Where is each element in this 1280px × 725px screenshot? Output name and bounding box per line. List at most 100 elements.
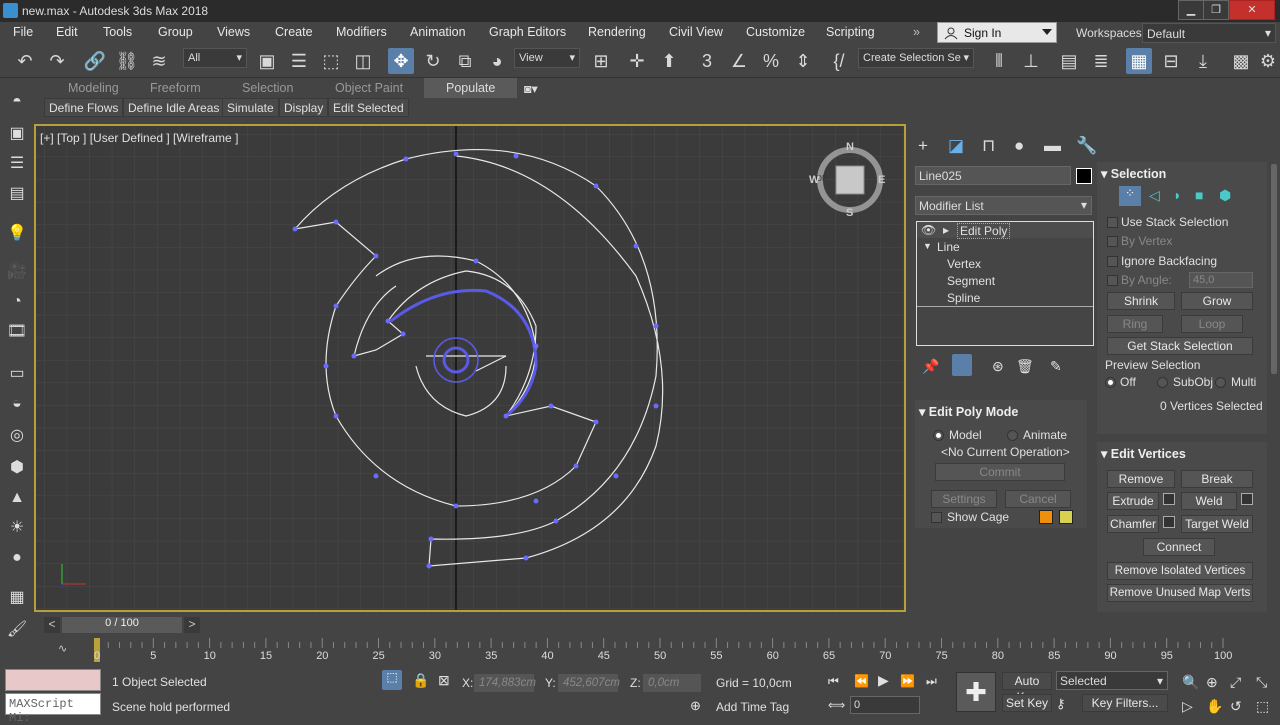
link-icon[interactable]: 🔗 bbox=[82, 48, 108, 74]
zoom-icon[interactable]: 🔍 bbox=[1182, 674, 1199, 691]
zoom-extents-all-icon[interactable]: ⤡ bbox=[1256, 674, 1267, 691]
pivot-center-icon[interactable]: ⊞ bbox=[588, 48, 614, 74]
get-stack-selection-button[interactable]: Get Stack Selection bbox=[1107, 337, 1253, 355]
placement-icon[interactable]: ◕ bbox=[484, 48, 510, 74]
select-object-icon[interactable]: ▣ bbox=[254, 48, 280, 74]
remove-modifier-icon[interactable]: 🗑 bbox=[1016, 358, 1034, 375]
selection-title[interactable]: ▾ Selection bbox=[1101, 166, 1166, 181]
element-mode-icon[interactable]: ⬢ bbox=[1219, 187, 1231, 204]
curve-editor-mini-icon[interactable]: ∿ bbox=[58, 642, 67, 655]
connect-button[interactable]: Connect bbox=[1143, 538, 1215, 556]
define-flows-button[interactable]: Define Flows bbox=[44, 98, 124, 117]
key-mode-toggle-icon[interactable]: ⟺ bbox=[828, 698, 845, 712]
viewport-canvas[interactable] bbox=[36, 126, 904, 610]
workspace-select[interactable]: Default ▾ bbox=[1142, 23, 1276, 43]
torus-icon[interactable]: ◎ bbox=[5, 424, 29, 448]
vertex-mode-icon[interactable]: ⁘ bbox=[1119, 186, 1141, 206]
utilities-tab-icon[interactable]: 🔧 bbox=[1076, 136, 1097, 156]
list-icon[interactable]: ☰ bbox=[5, 152, 29, 176]
scene-explorer-icon[interactable]: ▤ bbox=[1056, 48, 1082, 74]
layer-explorer-icon[interactable]: ≣ bbox=[1088, 48, 1114, 74]
cone-icon[interactable]: ▲ bbox=[5, 486, 29, 510]
cage-color-swatch[interactable] bbox=[1039, 510, 1053, 524]
selection-lock-icon[interactable]: 🔒 bbox=[412, 672, 429, 689]
track-bar[interactable]: ∿ 0 5 10 15 20 25 30 35 40 45 50 55 60 65 70 75 80 85 90 95… bbox=[34, 636, 1280, 666]
hierarchy-tab-icon[interactable]: ⊓ bbox=[982, 136, 995, 156]
simulate-button[interactable]: Simulate bbox=[222, 98, 279, 117]
select-by-name-icon[interactable]: ☰ bbox=[286, 48, 312, 74]
absolute-mode-icon[interactable]: ⊠ bbox=[438, 672, 450, 689]
go-to-start-icon[interactable]: ⏮ bbox=[828, 674, 839, 689]
curve-editor-icon[interactable]: ⊟ bbox=[1158, 48, 1184, 74]
collapse-arrow-icon[interactable]: ▼ bbox=[923, 241, 932, 251]
chamfer-button[interactable]: Chamfer bbox=[1107, 515, 1159, 533]
spinner-snap-icon[interactable]: ⇕ bbox=[790, 48, 816, 74]
viewport-top[interactable]: TOP N S E W bbox=[34, 124, 906, 612]
film-icon[interactable]: 🎞 bbox=[5, 320, 29, 344]
by-angle-checkbox[interactable] bbox=[1107, 275, 1118, 286]
stack-item-spline[interactable]: Spline bbox=[947, 291, 980, 305]
remove-unused-map-verts-button[interactable]: Remove Unused Map Verts bbox=[1107, 584, 1253, 602]
material-editor-icon[interactable]: ▩ bbox=[1228, 48, 1254, 74]
x-coordinate-field[interactable]: 174,883cm bbox=[474, 674, 536, 692]
polygon-mode-icon[interactable]: ■ bbox=[1195, 187, 1203, 203]
move-icon[interactable]: ✥ bbox=[388, 48, 414, 74]
align-icon[interactable]: ⊥ bbox=[1018, 48, 1044, 74]
tab-modeling[interactable]: Modeling bbox=[68, 81, 119, 95]
make-unique-icon[interactable]: ⊛ bbox=[992, 358, 1004, 375]
angle-snap-icon[interactable]: ∠ bbox=[726, 48, 752, 74]
current-frame-field[interactable]: 0 bbox=[850, 696, 920, 714]
edge-mode-icon[interactable]: ◁ bbox=[1149, 187, 1160, 204]
menu-views[interactable]: Views bbox=[217, 25, 250, 39]
display-button[interactable]: Display bbox=[279, 98, 329, 117]
tab-populate[interactable]: Populate bbox=[424, 78, 518, 98]
y-coordinate-field[interactable]: 452,607cm bbox=[558, 674, 620, 692]
menu-edit[interactable]: Edit bbox=[56, 25, 78, 39]
menu-group[interactable]: Group bbox=[158, 25, 193, 39]
key-filters-button[interactable]: Key Filters... bbox=[1082, 694, 1168, 712]
menu-animation[interactable]: Animation bbox=[410, 25, 466, 39]
chamfer-settings-icon[interactable] bbox=[1163, 516, 1175, 528]
menu-civil-view[interactable]: Civil View bbox=[669, 25, 723, 39]
percent-snap-icon[interactable]: % bbox=[758, 48, 784, 74]
tab-selection[interactable]: Selection bbox=[242, 81, 293, 95]
next-frame-arrow-icon[interactable]: > bbox=[184, 617, 200, 633]
motion-tab-icon[interactable]: ● bbox=[1014, 136, 1024, 156]
sign-in-dropdown[interactable]: Sign In bbox=[937, 22, 1057, 43]
loop-button[interactable]: Loop bbox=[1181, 315, 1243, 333]
window-crossing-icon[interactable]: ◫ bbox=[350, 48, 376, 74]
bind-space-warp-icon[interactable]: ≋ bbox=[146, 48, 172, 74]
preview-multi-radio[interactable] bbox=[1215, 377, 1226, 388]
light-bulb-icon[interactable]: 💡 bbox=[5, 222, 29, 246]
pin-stack-icon[interactable]: 📌 bbox=[922, 358, 939, 375]
set-keys-icon[interactable]: ✚ bbox=[956, 672, 996, 712]
weld-button[interactable]: Weld bbox=[1181, 492, 1237, 510]
menu-customize[interactable]: Customize bbox=[746, 25, 805, 39]
remove-isolated-vertices-button[interactable]: Remove Isolated Vertices bbox=[1107, 562, 1253, 580]
app-icon[interactable] bbox=[3, 3, 18, 18]
maxscript-listener-top[interactable] bbox=[5, 669, 101, 691]
menu-file[interactable]: File bbox=[13, 25, 33, 39]
layers-icon[interactable]: ▤ bbox=[5, 182, 29, 206]
sun-icon[interactable]: ☀ bbox=[5, 516, 29, 540]
ribbon-options-icon[interactable]: ◙▾ bbox=[524, 81, 538, 96]
ignore-backfacing-checkbox[interactable] bbox=[1107, 256, 1118, 267]
time-slider-thumb[interactable]: 0 / 100 bbox=[62, 617, 182, 633]
toggle-ribbon-icon[interactable]: ▦ bbox=[1126, 48, 1152, 74]
teapot-icon[interactable]: ◓ bbox=[5, 90, 29, 114]
show-cage-checkbox[interactable] bbox=[931, 512, 942, 523]
keyboard-shortcut-icon[interactable]: ⬆ bbox=[656, 48, 682, 74]
remove-button[interactable]: Remove bbox=[1107, 470, 1175, 488]
border-mode-icon[interactable]: ◗ bbox=[1173, 187, 1181, 203]
menu-rendering[interactable]: Rendering bbox=[588, 25, 646, 39]
by-angle-spinner[interactable]: 45,0 bbox=[1189, 272, 1253, 288]
scale-icon[interactable]: ⧉ bbox=[452, 48, 478, 74]
maximize-viewport-icon[interactable]: ⬚ bbox=[1256, 698, 1269, 715]
menu-modifiers[interactable]: Modifiers bbox=[336, 25, 387, 39]
close-button[interactable]: ✕ bbox=[1229, 0, 1275, 20]
target-weld-button[interactable]: Target Weld bbox=[1181, 515, 1253, 533]
go-to-end-icon[interactable]: ⏭ bbox=[926, 674, 937, 689]
key-selection-dropdown[interactable]: Selected ▾ bbox=[1056, 671, 1168, 690]
rectangular-region-icon[interactable]: ⬚ bbox=[318, 48, 344, 74]
previous-frame-icon[interactable]: ⏪ bbox=[854, 674, 869, 688]
